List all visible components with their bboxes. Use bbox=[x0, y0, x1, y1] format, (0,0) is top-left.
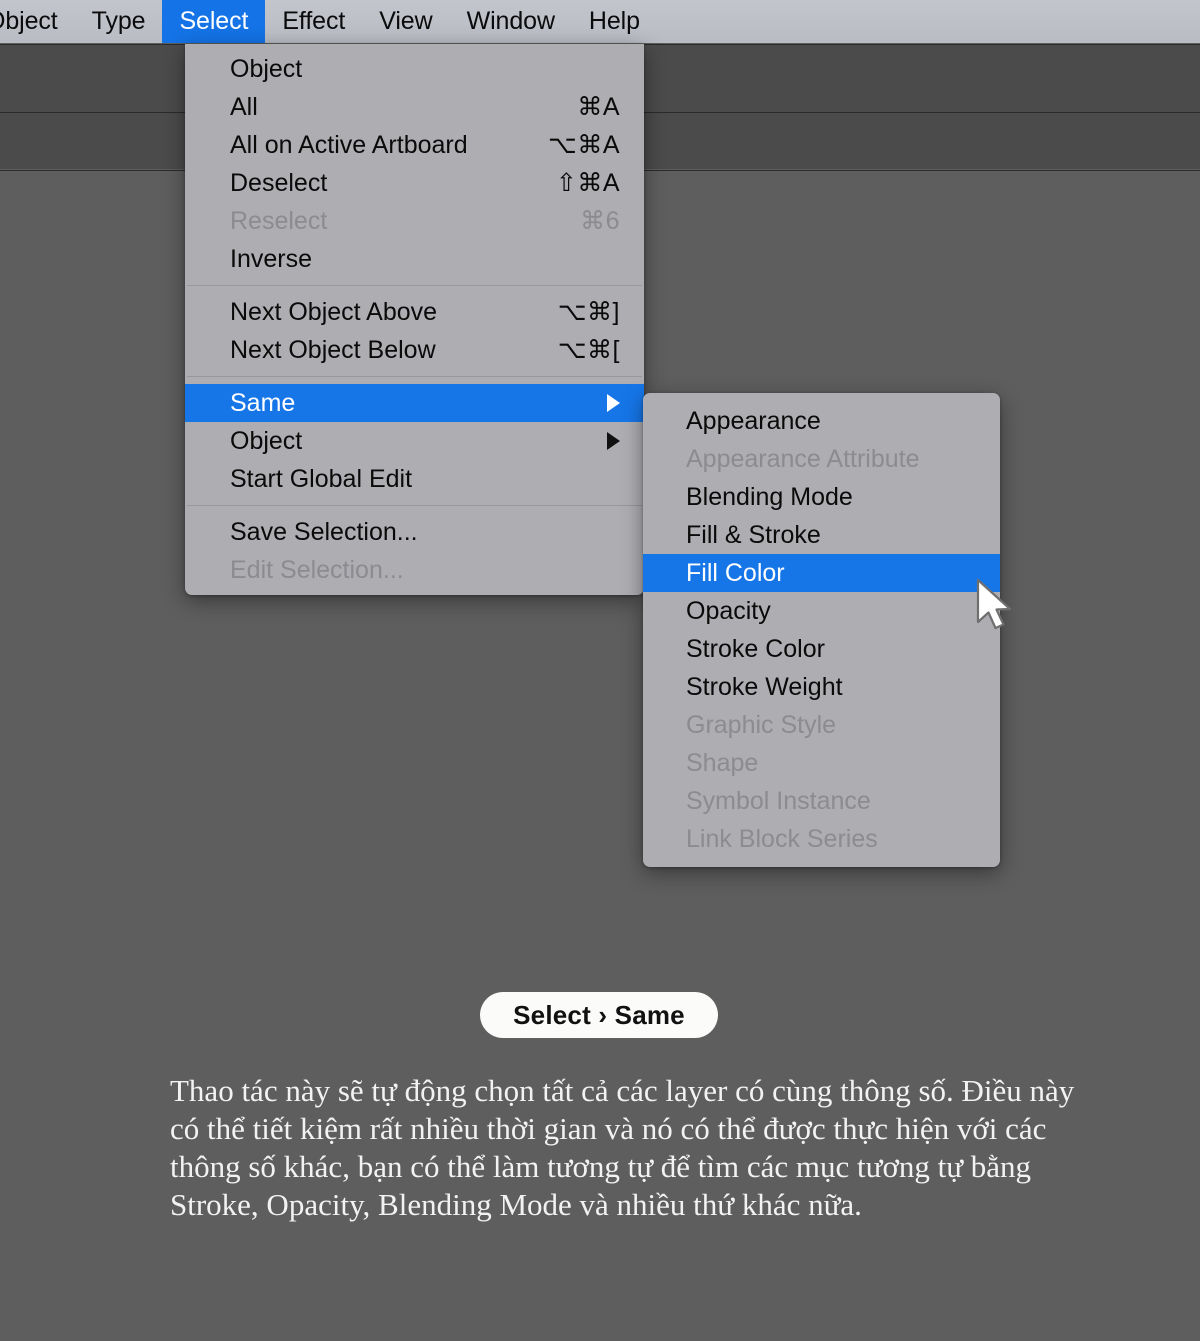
menu-item-label: Inverse bbox=[230, 244, 312, 273]
select-menu-item-inverse[interactable]: Inverse bbox=[185, 240, 644, 278]
menu-item-label: Appearance Attribute bbox=[686, 444, 920, 473]
menu-item-label: Blending Mode bbox=[686, 482, 853, 511]
menu-item-label: Stroke Weight bbox=[686, 672, 843, 701]
menubar-item-view[interactable]: View bbox=[362, 0, 449, 43]
same-submenu-item-symbol-instance: Symbol Instance bbox=[643, 782, 1000, 820]
menu-separator bbox=[187, 285, 642, 286]
select-menu-item-all[interactable]: All ⌘A bbox=[185, 88, 644, 126]
menubar-item-select[interactable]: Select bbox=[162, 0, 266, 43]
step-badge-label: Select › Same bbox=[513, 999, 685, 1030]
menu-item-shortcut: ⌘A bbox=[577, 93, 620, 121]
same-submenu-item-fill-stroke[interactable]: Fill & Stroke bbox=[643, 516, 1000, 554]
menu-item-shortcut: ⇧⌘A bbox=[555, 169, 620, 197]
menu-item-label: Reselect bbox=[230, 206, 328, 235]
menubar-item-label: Select bbox=[179, 7, 249, 35]
menubar-item-label: Effect bbox=[282, 7, 346, 35]
menu-item-label: Object bbox=[230, 54, 303, 83]
menu-item-shortcut: ⌥⌘A bbox=[548, 131, 620, 159]
select-dropdown-menu: Object All ⌘A All on Active Artboard ⌥⌘A Dese… bbox=[185, 44, 644, 595]
same-submenu-item-shape: Shape bbox=[643, 744, 1000, 782]
menu-item-shortcut: ⌥⌘[ bbox=[557, 336, 620, 364]
menu-item-label: Opacity bbox=[686, 596, 771, 625]
menu-item-label: Shape bbox=[686, 748, 759, 777]
select-menu-item-same[interactable]: Same bbox=[185, 384, 644, 422]
same-submenu-item-opacity[interactable]: Opacity bbox=[643, 592, 1000, 630]
menu-item-label: Appearance bbox=[686, 406, 821, 435]
menu-item-label: Same bbox=[230, 388, 296, 417]
submenu-chevron-right-icon bbox=[607, 394, 620, 412]
select-menu-item-all-on-active-artboard[interactable]: All on Active Artboard ⌥⌘A bbox=[185, 126, 644, 164]
menu-item-label: Next Object Below bbox=[230, 335, 436, 364]
menubar-item-label: Object bbox=[0, 7, 58, 35]
menu-item-label: Link Block Series bbox=[686, 824, 878, 853]
menubar-item-label: Window bbox=[466, 7, 555, 35]
menu-item-label: Start Global Edit bbox=[230, 464, 413, 493]
menu-item-label: Deselect bbox=[230, 168, 328, 197]
menubar-item-label: Type bbox=[91, 7, 146, 35]
menu-bar: Object Type Select Effect View Window Help bbox=[0, 0, 1200, 43]
menubar-item-type[interactable]: Type bbox=[75, 0, 163, 43]
menu-item-label: Next Object Above bbox=[230, 297, 438, 326]
menu-item-label: All on Active Artboard bbox=[230, 130, 468, 159]
same-submenu-panel: Appearance Appearance Attribute Blending M… bbox=[643, 393, 1000, 867]
menu-item-label: Stroke Color bbox=[686, 634, 825, 663]
same-submenu-item-stroke-weight[interactable]: Stroke Weight bbox=[643, 668, 1000, 706]
select-menu-item-reselect: Reselect ⌘6 bbox=[185, 202, 644, 240]
select-menu-item-start-global-edit[interactable]: Start Global Edit bbox=[185, 460, 644, 498]
same-submenu-item-blending-mode[interactable]: Blending Mode bbox=[643, 478, 1000, 516]
same-submenu-item-appearance-attribute: Appearance Attribute bbox=[643, 440, 1000, 478]
select-menu-item-edit-selection: Edit Selection... bbox=[185, 551, 644, 589]
select-menu-item-object[interactable]: Object bbox=[185, 50, 644, 88]
same-submenu-item-link-block-series: Link Block Series bbox=[643, 820, 1000, 858]
menu-item-label: Fill Color bbox=[686, 558, 785, 587]
select-menu-item-deselect[interactable]: Deselect ⇧⌘A bbox=[185, 164, 644, 202]
menubar-item-object[interactable]: Object bbox=[0, 0, 75, 43]
caption-paragraph: Thao tác này sẽ tự động chọn tất cả các … bbox=[170, 1073, 1075, 1222]
submenu-chevron-right-icon bbox=[607, 432, 620, 450]
menu-item-label: Symbol Instance bbox=[686, 786, 871, 815]
step-badge: Select › Same bbox=[480, 992, 718, 1038]
menubar-item-label: Help bbox=[588, 7, 640, 35]
same-submenu-item-graphic-style: Graphic Style bbox=[643, 706, 1000, 744]
menubar-item-label: View bbox=[379, 7, 433, 35]
menu-item-shortcut: ⌥⌘] bbox=[557, 298, 620, 326]
menu-item-label: Fill & Stroke bbox=[686, 520, 821, 549]
menu-item-label: Object bbox=[230, 426, 303, 455]
same-submenu-item-fill-color[interactable]: Fill Color bbox=[643, 554, 1000, 592]
menu-item-label: Edit Selection... bbox=[230, 555, 404, 584]
menubar-item-window[interactable]: Window bbox=[450, 0, 572, 43]
menubar-item-help[interactable]: Help bbox=[572, 0, 657, 43]
menu-separator bbox=[187, 505, 642, 506]
menu-separator bbox=[187, 376, 642, 377]
menu-item-label: Save Selection... bbox=[230, 517, 418, 546]
select-menu-item-next-object-below[interactable]: Next Object Below ⌥⌘[ bbox=[185, 331, 644, 369]
menu-item-shortcut: ⌘6 bbox=[580, 207, 620, 235]
same-submenu-item-appearance[interactable]: Appearance bbox=[643, 402, 1000, 440]
menu-item-label: All bbox=[230, 92, 258, 121]
menu-item-label: Graphic Style bbox=[686, 710, 837, 739]
menubar-item-effect[interactable]: Effect bbox=[265, 0, 362, 43]
same-submenu-item-stroke-color[interactable]: Stroke Color bbox=[643, 630, 1000, 668]
select-menu-item-next-object-above[interactable]: Next Object Above ⌥⌘] bbox=[185, 293, 644, 331]
select-menu-item-save-selection[interactable]: Save Selection... bbox=[185, 513, 644, 551]
select-menu-item-object[interactable]: Object bbox=[185, 422, 644, 460]
